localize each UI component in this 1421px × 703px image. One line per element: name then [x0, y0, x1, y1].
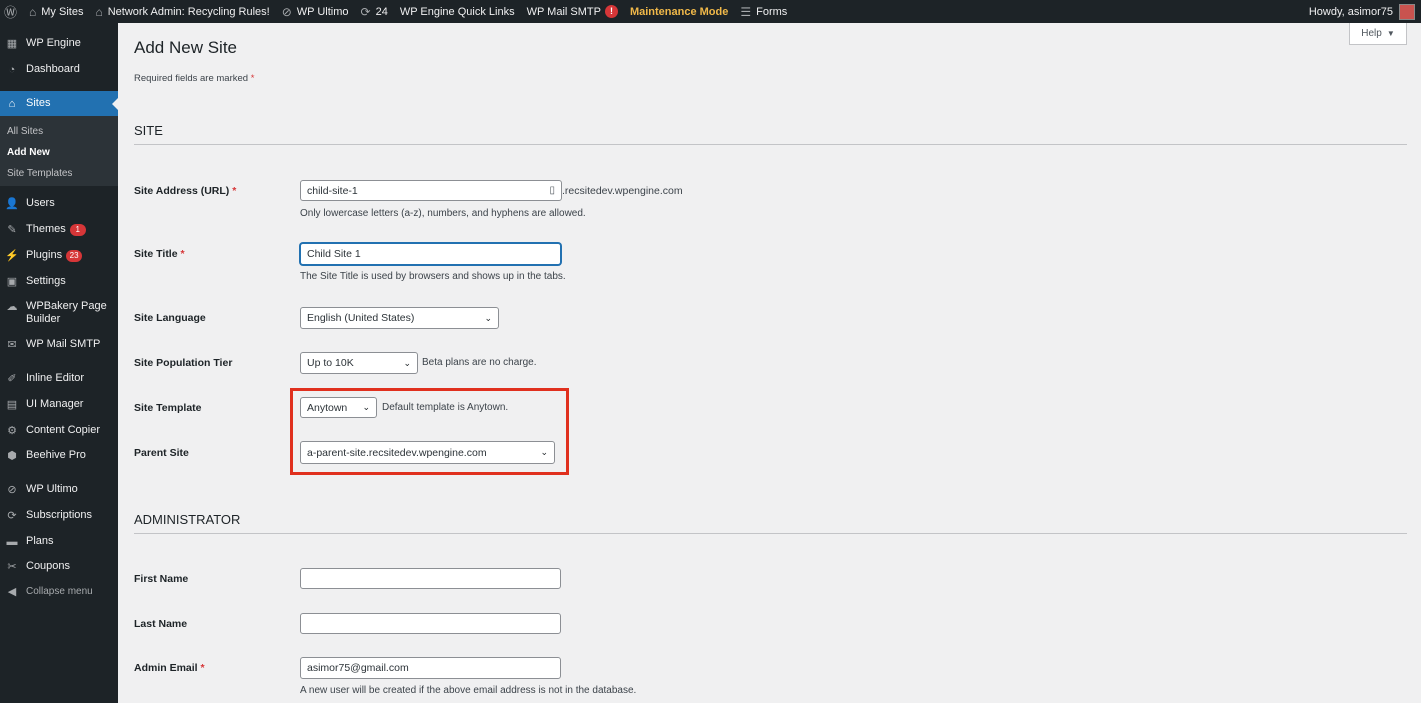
forms-icon: ☰ — [740, 4, 752, 19]
divider — [134, 533, 1407, 534]
first-name-label: First Name — [134, 573, 189, 585]
section-administrator-heading: ADMINISTRATOR — [134, 512, 241, 527]
site-language-select[interactable]: English (United States) ⌄ — [300, 307, 499, 329]
wp-ultimo-menu[interactable]: ⊘ WP Ultimo — [276, 0, 355, 23]
wordpress-icon: Ⓦ — [4, 5, 18, 20]
gear-icon: ⚙ — [7, 425, 17, 437]
admin-email-description: A new user will be created if the above … — [300, 685, 637, 696]
beehive-icon: ⬢ — [7, 450, 17, 462]
site-title-input[interactable]: Child Site 1 — [300, 243, 561, 265]
menu-beehive-pro[interactable]: ⬢ Beehive Pro — [0, 449, 118, 462]
site-population-tier-select[interactable]: Up to 10K ⌄ — [300, 352, 418, 374]
menu-wp-ultimo[interactable]: ⊘ WP Ultimo — [0, 483, 118, 496]
ui-manager-icon: ▤ — [6, 399, 18, 411]
howdy-text: Howdy, asimor75 — [1308, 5, 1393, 18]
menu-sites[interactable]: ⌂ Sites — [0, 91, 118, 116]
main-content: Help ▼ Add New Site Required fields are … — [118, 23, 1421, 703]
wp-ultimo-icon: ⊘ — [7, 484, 17, 496]
collapse-menu-button[interactable]: ◀ Collapse menu — [0, 585, 118, 598]
chevron-down-icon: ⌄ — [484, 312, 492, 323]
divider — [134, 144, 1407, 145]
sites-submenu: All Sites Add New Site Templates — [0, 116, 118, 186]
settings-icon: ▣ — [6, 276, 18, 288]
help-button[interactable]: Help ▼ — [1349, 23, 1407, 45]
wp-engine-quick-links-menu[interactable]: WP Engine Quick Links — [394, 0, 521, 23]
plugins-icon: ⚡ — [5, 250, 19, 262]
wp-mail-smtp-menu[interactable]: WP Mail SMTP ! — [521, 0, 624, 23]
smtp-alert-badge: ! — [604, 5, 618, 18]
site-language-label: Site Language — [134, 312, 206, 324]
menu-wpbakery[interactable]: ☁ WPBakery Page Builder — [0, 300, 118, 326]
site-population-tier-label: Site Population Tier — [134, 357, 233, 369]
menu-users[interactable]: 👤 Users — [0, 197, 118, 210]
menu-themes[interactable]: ✎ Themes 1 — [0, 223, 118, 236]
chevron-down-icon: ⌄ — [403, 357, 411, 368]
admin-sidebar: ▦ WP Engine ◔ Dashboard ⌂ Sites All Site… — [0, 23, 118, 703]
menu-plans[interactable]: ▬ Plans — [0, 535, 118, 548]
admin-bar: Ⓦ ⌂ My Sites ⌂ Network Admin: Recycling … — [0, 0, 1421, 23]
tag-icon: ✂ — [7, 561, 17, 573]
site-address-label: Site Address (URL) * — [134, 185, 237, 197]
themes-icon: ✎ — [7, 224, 17, 236]
themes-update-badge: 1 — [69, 223, 86, 236]
wpbakery-icon: ☁ — [6, 301, 18, 313]
plugins-update-badge: 23 — [66, 249, 83, 262]
forms-menu[interactable]: ☰ Forms — [734, 0, 793, 23]
page-title: Add New Site — [134, 38, 237, 57]
site-title-description: The Site Title is used by browsers and s… — [300, 271, 566, 282]
menu-dashboard[interactable]: ◔ Dashboard — [0, 63, 118, 76]
site-title-label: Site Title * — [134, 248, 185, 260]
menu-plugins[interactable]: ⚡ Plugins 23 — [0, 249, 118, 262]
menu-content-copier[interactable]: ⚙ Content Copier — [0, 424, 118, 437]
wp-ultimo-icon: ⊘ — [281, 4, 292, 19]
first-name-input[interactable] — [300, 568, 561, 589]
menu-wp-mail-smtp[interactable]: ✉ WP Mail SMTP — [0, 338, 118, 351]
my-sites-icon: ⌂ — [29, 4, 37, 19]
pencil-icon: ✐ — [7, 373, 17, 385]
menu-wp-engine[interactable]: ▦ WP Engine — [0, 37, 118, 50]
site-template-label: Site Template — [134, 402, 202, 414]
population-note: Beta plans are no charge. — [422, 357, 537, 368]
maintenance-mode-menu[interactable]: Maintenance Mode — [624, 0, 734, 23]
my-account-menu[interactable]: Howdy, asimor75 — [1309, 0, 1421, 23]
menu-settings[interactable]: ▣ Settings — [0, 275, 118, 288]
site-address-input[interactable]: child-site-1 ▯ — [300, 180, 562, 201]
sync-icon: ⟳ — [7, 510, 17, 522]
highlight-box — [290, 388, 569, 475]
wp-engine-icon: ▦ — [6, 38, 18, 50]
admin-email-input[interactable]: asimor75@gmail.com — [300, 657, 561, 679]
menu-ui-manager[interactable]: ▤ UI Manager — [0, 398, 118, 411]
sites-icon: ⌂ — [8, 97, 16, 110]
collapse-icon: ◀ — [7, 586, 17, 598]
last-name-label: Last Name — [134, 618, 188, 630]
section-site-heading: SITE — [134, 123, 163, 138]
site-address-suffix: .recsitedev.wpengine.com — [562, 185, 683, 197]
admin-email-label: Admin Email * — [134, 662, 205, 674]
parent-site-label: Parent Site — [134, 447, 189, 459]
menu-inline-editor[interactable]: ✐ Inline Editor — [0, 372, 118, 385]
dashboard-icon: ◔ — [8, 63, 16, 76]
last-name-input[interactable] — [300, 613, 561, 634]
menu-subscriptions[interactable]: ⟳ Subscriptions — [0, 509, 118, 522]
mail-icon: ✉ — [7, 339, 17, 351]
menu-coupons[interactable]: ✂ Coupons — [0, 560, 118, 573]
site-address-description: Only lowercase letters (a-z), numbers, a… — [300, 208, 586, 219]
my-sites-menu[interactable]: ⌂ My Sites — [23, 0, 89, 23]
users-icon: 👤 — [5, 198, 19, 210]
plans-icon: ▬ — [6, 535, 18, 548]
updates-icon: ⟳ — [360, 4, 371, 19]
submenu-all-sites[interactable]: All Sites — [7, 126, 43, 137]
wordpress-logo-menu[interactable]: Ⓦ — [0, 0, 23, 23]
chevron-down-icon: ▼ — [1386, 29, 1395, 38]
submenu-add-new[interactable]: Add New — [7, 147, 50, 158]
home-icon: ⌂ — [95, 4, 103, 19]
avatar — [1399, 3, 1415, 20]
submenu-site-templates[interactable]: Site Templates — [7, 168, 72, 179]
required-note: Required fields are marked * — [134, 73, 255, 84]
password-manager-icon: ▯ — [549, 185, 555, 196]
updates-menu[interactable]: ⟳ 24 — [355, 0, 394, 23]
network-admin-menu[interactable]: ⌂ Network Admin: Recycling Rules! — [89, 0, 275, 23]
